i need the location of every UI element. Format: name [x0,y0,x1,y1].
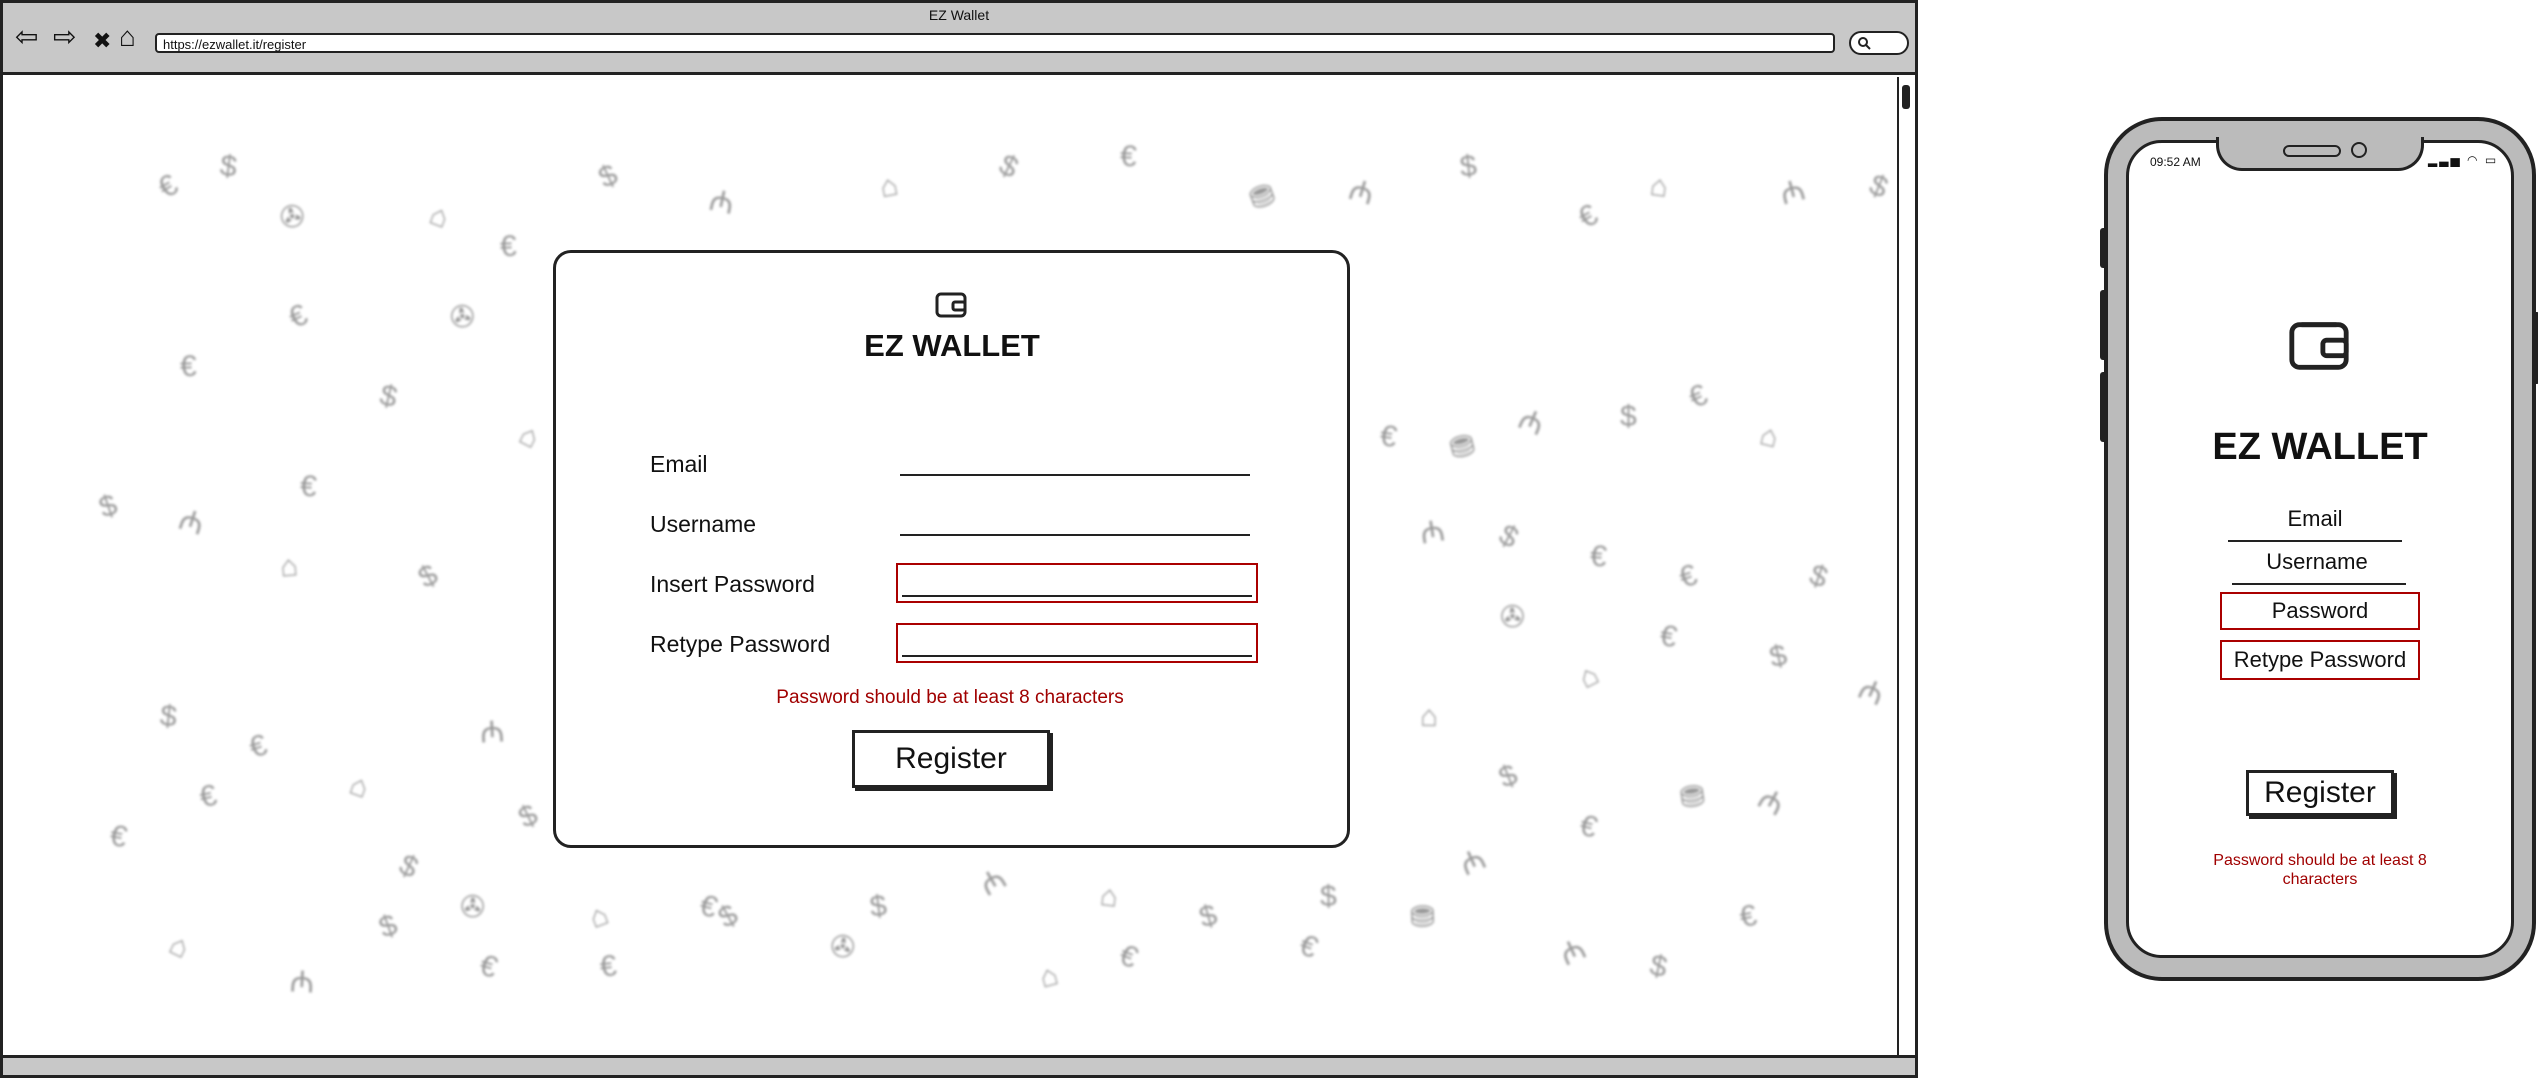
password-input[interactable] [896,563,1258,603]
password-label: Insert Password [650,571,815,597]
close-icon[interactable]: ✖ [93,25,111,57]
phone-password-input[interactable]: Password [2220,592,2420,630]
retype-password-underline [902,655,1252,657]
phone-username-underline [2232,583,2406,585]
money-pattern-icon: € [1119,139,1138,174]
phone-error-message: Password should be at least 8 characters [2213,852,2427,888]
money-pattern-icon: € [1588,539,1609,574]
phone-brand-title: EZ WALLET [2212,426,2428,468]
money-pattern-icon: € [298,469,318,504]
money-pattern-icon: $ [1319,879,1337,914]
phone-wallet-icon [2289,322,2349,370]
address-bar[interactable]: https://ezwallet.it/register [155,33,1835,53]
money-pattern-icon: ✇ [459,890,486,925]
username-input[interactable] [900,534,1250,536]
status-icons: ▂▃▅ ◠ ▭ [2428,153,2498,167]
wallet-icon [935,292,967,318]
money-pattern-icon: $ [1458,149,1479,184]
browser-status-bar [3,1055,1915,1075]
money-pattern-icon: ⛃ [1409,900,1436,935]
back-arrow-icon[interactable]: ⇦ [15,21,38,53]
browser-toolbar: EZ Wallet ⇦ ⇨ ✖ ⌂ https://ezwallet.it/re… [3,3,1915,75]
password-underline [902,595,1252,597]
money-pattern-icon: $ [867,889,889,924]
email-input[interactable] [900,474,1250,476]
retype-password-label: Retype Password [650,631,831,657]
brand-title: EZ WALLET [864,328,1040,363]
vertical-scrollbar[interactable] [1897,77,1911,1057]
status-time: 09:52 AM [2150,155,2201,169]
money-pattern-icon: ₼ [479,715,506,750]
phone-register-button[interactable]: Register [2246,770,2394,816]
phone-email-input[interactable]: Email [2228,506,2402,532]
money-pattern-icon: ✇ [827,929,858,966]
username-label: Username [650,511,757,537]
browser-title: EZ Wallet [928,7,990,23]
signal-icon: ▂▃▅ [2428,153,2462,167]
money-pattern-icon: ⌂ [1419,699,1439,734]
retype-password-input[interactable] [896,623,1258,663]
phone-username-input[interactable]: Username [2230,549,2404,575]
front-camera [2351,142,2367,158]
money-pattern-icon: € [179,349,197,384]
battery-icon: ▭ [2484,153,2499,167]
money-pattern-icon: ✇ [1498,600,1527,635]
wifi-icon: ◠ [2467,153,2480,167]
money-pattern-icon: $ [158,699,179,734]
phone-email-underline [2228,540,2402,542]
search-field[interactable] [1849,31,1909,55]
speaker-grille [2283,145,2341,157]
scrollbar-thumb[interactable] [1902,85,1910,109]
money-pattern-icon: € [499,229,518,264]
email-label: Email [650,451,708,477]
money-pattern-icon: ₼ [289,965,316,1000]
phone-retype-password-input[interactable]: Retype Password [2220,640,2420,680]
money-pattern-icon: € [598,949,619,984]
phone-notch [2216,137,2424,171]
search-icon [1858,37,1871,50]
money-pattern-icon: ⛃ [1677,779,1708,816]
register-button[interactable]: Register [852,730,1050,788]
money-pattern-icon: $ [1620,400,1637,433]
home-icon[interactable]: ⌂ [119,21,136,53]
forward-arrow-icon[interactable]: ⇨ [53,21,76,53]
money-pattern-icon: ⌂ [278,549,300,584]
error-message: Password should be at least 8 characters [776,687,1124,708]
